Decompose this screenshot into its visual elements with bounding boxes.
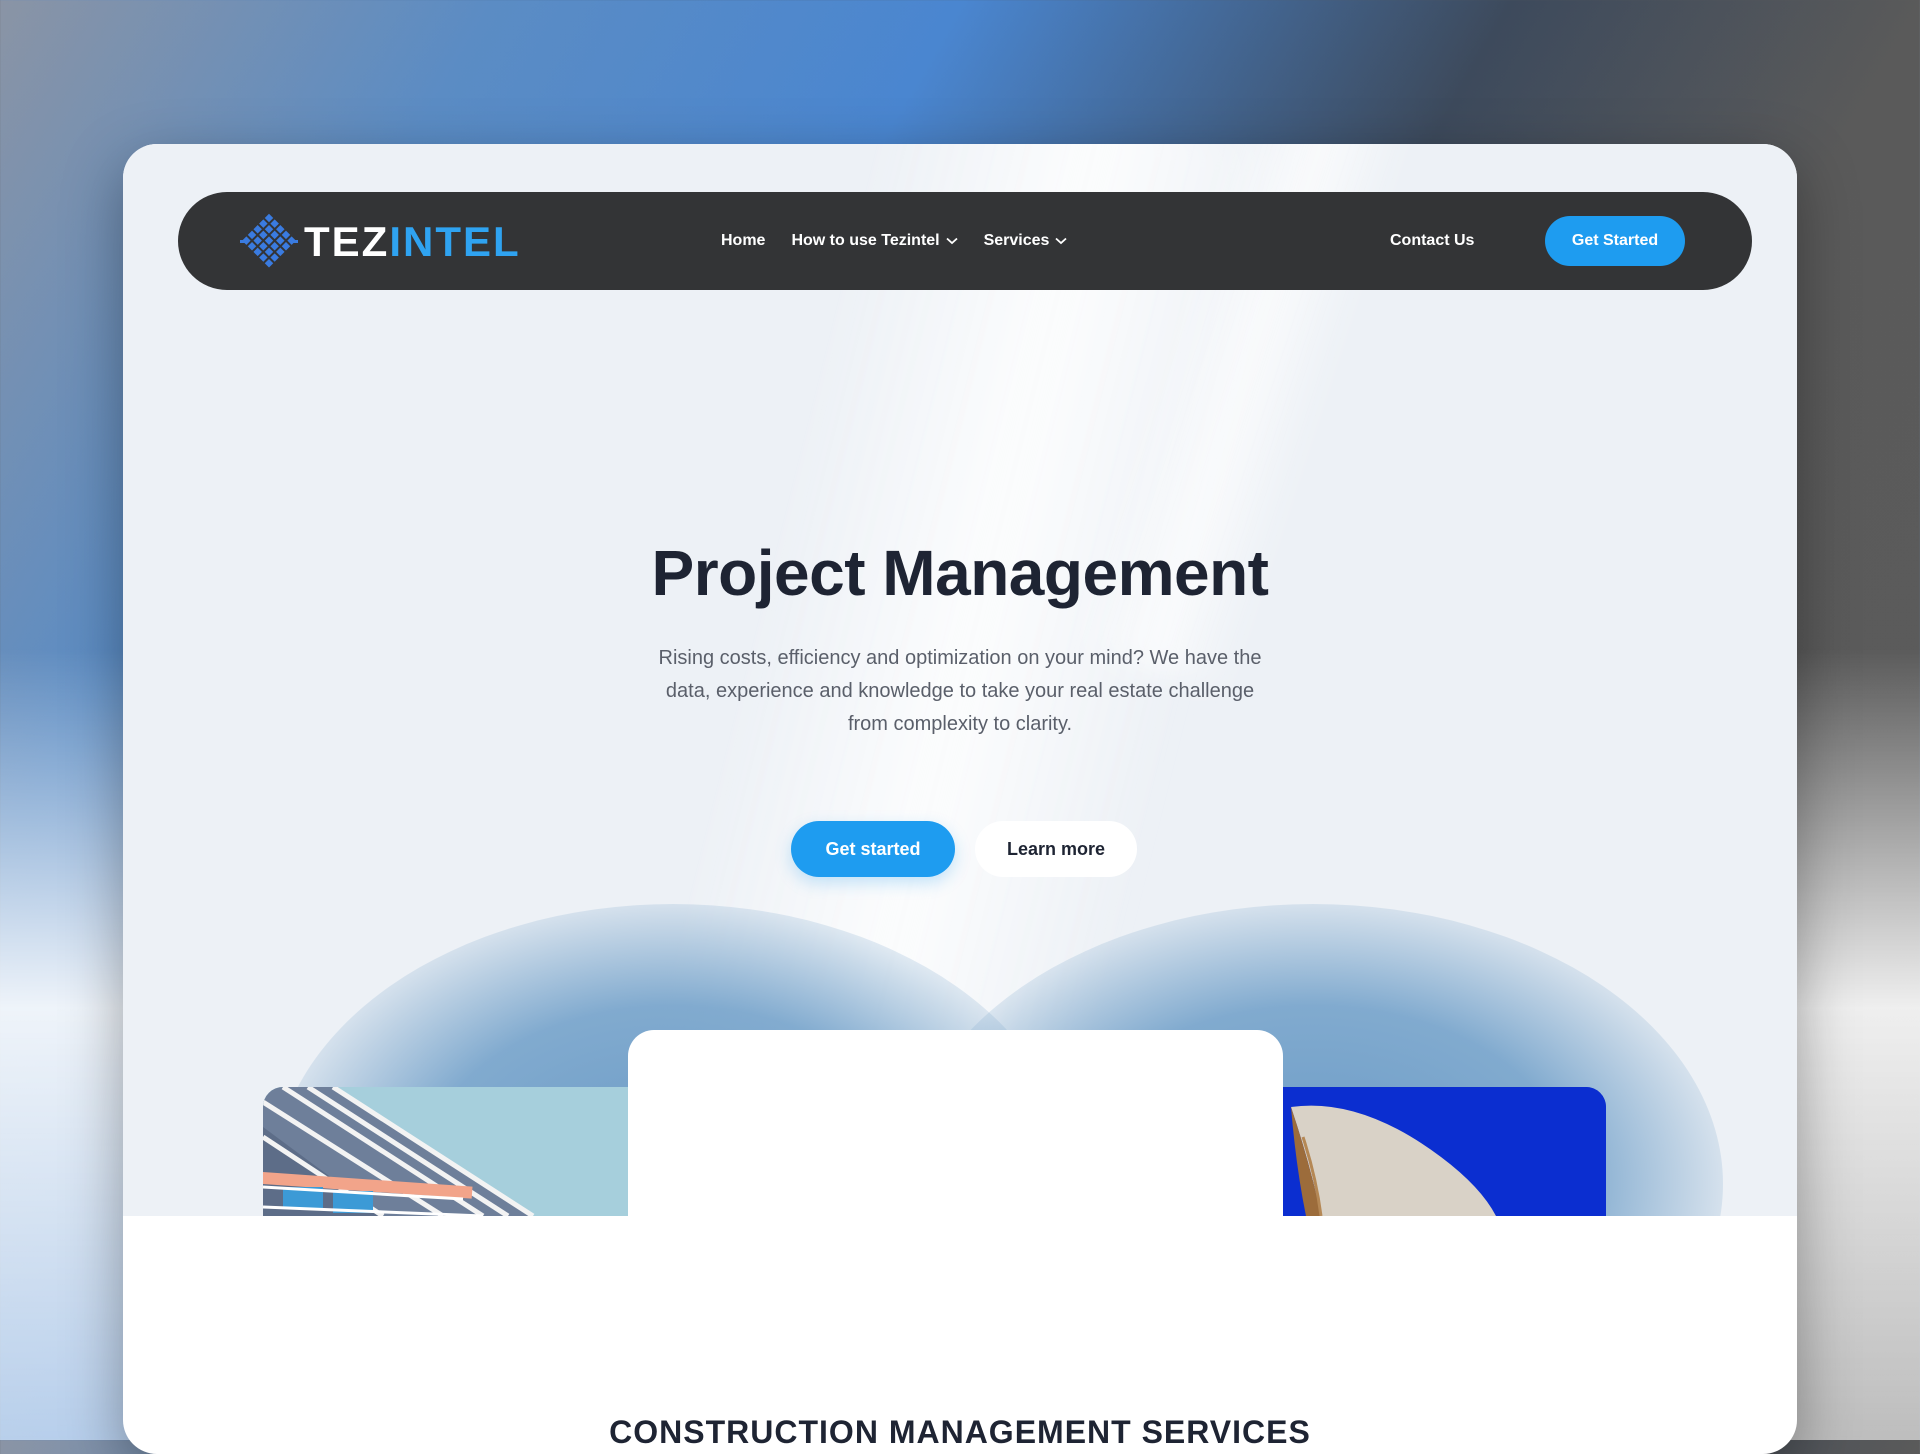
hero-section: TEZINTEL Home How to use Tezintel Servic… xyxy=(123,144,1797,1216)
center-card xyxy=(628,1030,1283,1216)
learn-more-button[interactable]: Learn more xyxy=(975,821,1137,877)
section-heading: CONSTRUCTION MANAGEMENT SERVICES xyxy=(609,1414,1311,1450)
nav-link-label: Home xyxy=(721,232,766,249)
logo-text-accent: INTEL xyxy=(389,218,521,265)
logo-text-primary: TEZ xyxy=(304,218,390,265)
chevron-down-icon xyxy=(946,237,958,245)
opera-house-illustration xyxy=(1281,1087,1606,1216)
nav-links: Home How to use Tezintel Services xyxy=(721,192,1093,290)
logo-diamond-icon xyxy=(240,213,298,268)
opera-house-image xyxy=(1281,1087,1606,1216)
browser-frame: TEZINTEL Home How to use Tezintel Servic… xyxy=(123,144,1797,1454)
nav-link-label: Services xyxy=(983,232,1050,249)
page-title: Project Management xyxy=(651,537,1269,609)
building-facade-illustration xyxy=(263,1087,639,1216)
logo[interactable]: TEZINTEL xyxy=(240,213,521,270)
nav-link-home[interactable]: Home xyxy=(721,232,765,250)
nav-link-services[interactable]: Services xyxy=(984,232,1068,250)
building-facade-image xyxy=(263,1087,639,1216)
nav-link-label: How to use Tezintel xyxy=(791,232,940,249)
hero-subtitle: Rising costs, efficiency and optimizatio… xyxy=(658,647,1262,735)
chevron-down-icon xyxy=(1055,237,1068,245)
logo-text: TEZINTEL xyxy=(304,214,521,270)
navbar: TEZINTEL Home How to use Tezintel Servic… xyxy=(178,192,1752,290)
get-started-button[interactable]: Get started xyxy=(791,821,955,877)
get-started-nav-button[interactable]: Get Started xyxy=(1545,216,1685,266)
nav-link-how-to-use[interactable]: How to use Tezintel xyxy=(791,232,958,250)
contact-us-link[interactable]: Contact Us xyxy=(1390,192,1474,290)
